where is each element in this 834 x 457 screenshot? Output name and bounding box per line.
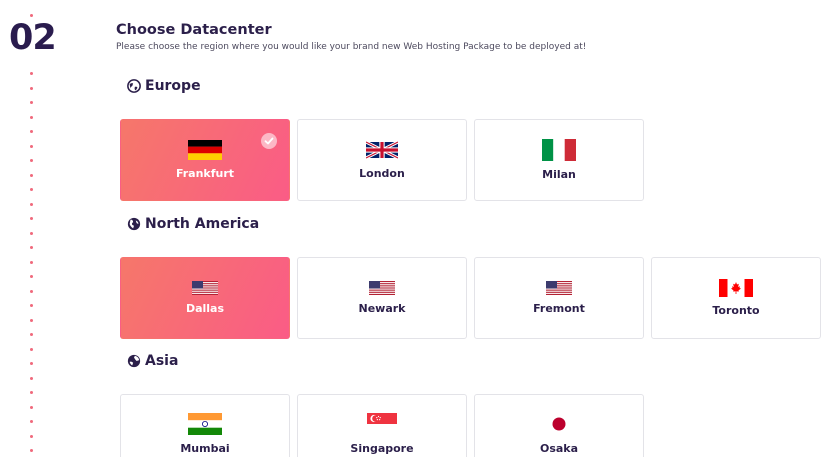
datacenter-label: Mumbai [180, 442, 230, 455]
globe-europe-icon [127, 79, 141, 93]
datacenter-label: Singapore [350, 442, 414, 455]
region-label: Asia [145, 353, 179, 369]
region-label: North America [145, 216, 260, 232]
datacenter-card-singapore[interactable]: Singapore [297, 394, 467, 457]
datacenter-card-london[interactable]: London [297, 119, 467, 201]
us-flag-icon [546, 281, 572, 295]
timeline-dot [30, 318, 33, 322]
datacenter-card-osaka[interactable]: Osaka [474, 394, 644, 457]
timeline-dot [30, 202, 33, 206]
region-heading-asia: Asia [127, 353, 178, 369]
timeline-dot [30, 115, 33, 119]
timeline-dot [30, 376, 33, 380]
timeline-dot [30, 362, 33, 365]
globe-asia-icon [127, 354, 141, 368]
us-flag-icon [192, 281, 218, 295]
canada-flag-icon [719, 279, 753, 297]
datacenter-label: Fremont [533, 302, 585, 315]
timeline-dot [30, 14, 33, 17]
datacenter-card-toronto[interactable]: Toronto [651, 257, 821, 339]
region-label: Europe [145, 78, 201, 94]
timeline-dot [30, 275, 33, 278]
timeline-dot [30, 405, 33, 409]
timeline-dot [30, 231, 33, 235]
datacenter-card-mumbai[interactable]: Mumbai [120, 394, 290, 457]
timeline-dot [30, 188, 33, 191]
section-header: Choose Datacenter Please choose the regi… [116, 22, 586, 52]
datacenter-label: Newark [358, 302, 406, 315]
datacenter-label: Osaka [539, 442, 579, 455]
singapore-flag-icon [367, 413, 397, 435]
timeline-dot [30, 72, 33, 75]
datacenter-card-milan[interactable]: Milan [474, 119, 644, 201]
datacenter-card-newark[interactable]: Newark [297, 257, 467, 339]
timeline-dot [30, 347, 33, 351]
step-number: 02 [9, 18, 57, 58]
check-icon [261, 133, 277, 149]
timeline-dot [30, 333, 33, 336]
datacenter-label: Frankfurt [175, 167, 235, 180]
datacenter-label: Toronto [712, 304, 760, 317]
timeline-dot [30, 289, 33, 293]
timeline-dot [30, 449, 33, 452]
datacenter-label: Dallas [185, 302, 225, 315]
timeline-dot [30, 304, 33, 307]
page-subtitle: Please choose the region where you would… [116, 42, 587, 52]
timeline-dot [30, 144, 33, 148]
timeline-dot [30, 434, 33, 438]
india-flag-icon [188, 413, 222, 435]
page-title: Choose Datacenter [116, 22, 272, 38]
timeline-dot [30, 159, 33, 162]
timeline-dot [30, 391, 33, 394]
datacenter-card-dallas[interactable]: Dallas [120, 257, 290, 339]
timeline-dot [30, 217, 33, 220]
globe-americas-icon [127, 217, 141, 231]
timeline-dot [30, 260, 33, 264]
timeline-dot [30, 420, 33, 423]
datacenter-card-fremont[interactable]: Fremont [474, 257, 644, 339]
timeline-dot [30, 101, 33, 104]
timeline-dot [30, 246, 33, 249]
timeline-dot [30, 86, 33, 90]
germany-flag-icon [188, 140, 222, 160]
timeline-dot [30, 173, 33, 177]
japan-flag-icon [543, 413, 575, 435]
region-heading-north-america: North America [127, 216, 259, 232]
uk-flag-icon [366, 140, 398, 160]
region-heading-europe: Europe [127, 78, 201, 94]
italy-flag-icon [542, 139, 576, 161]
us-flag-icon [369, 281, 395, 295]
datacenter-label: Milan [542, 168, 576, 181]
datacenter-card-frankfurt[interactable]: Frankfurt [120, 119, 290, 201]
datacenter-label: London [359, 167, 405, 180]
timeline-dot [30, 130, 33, 133]
